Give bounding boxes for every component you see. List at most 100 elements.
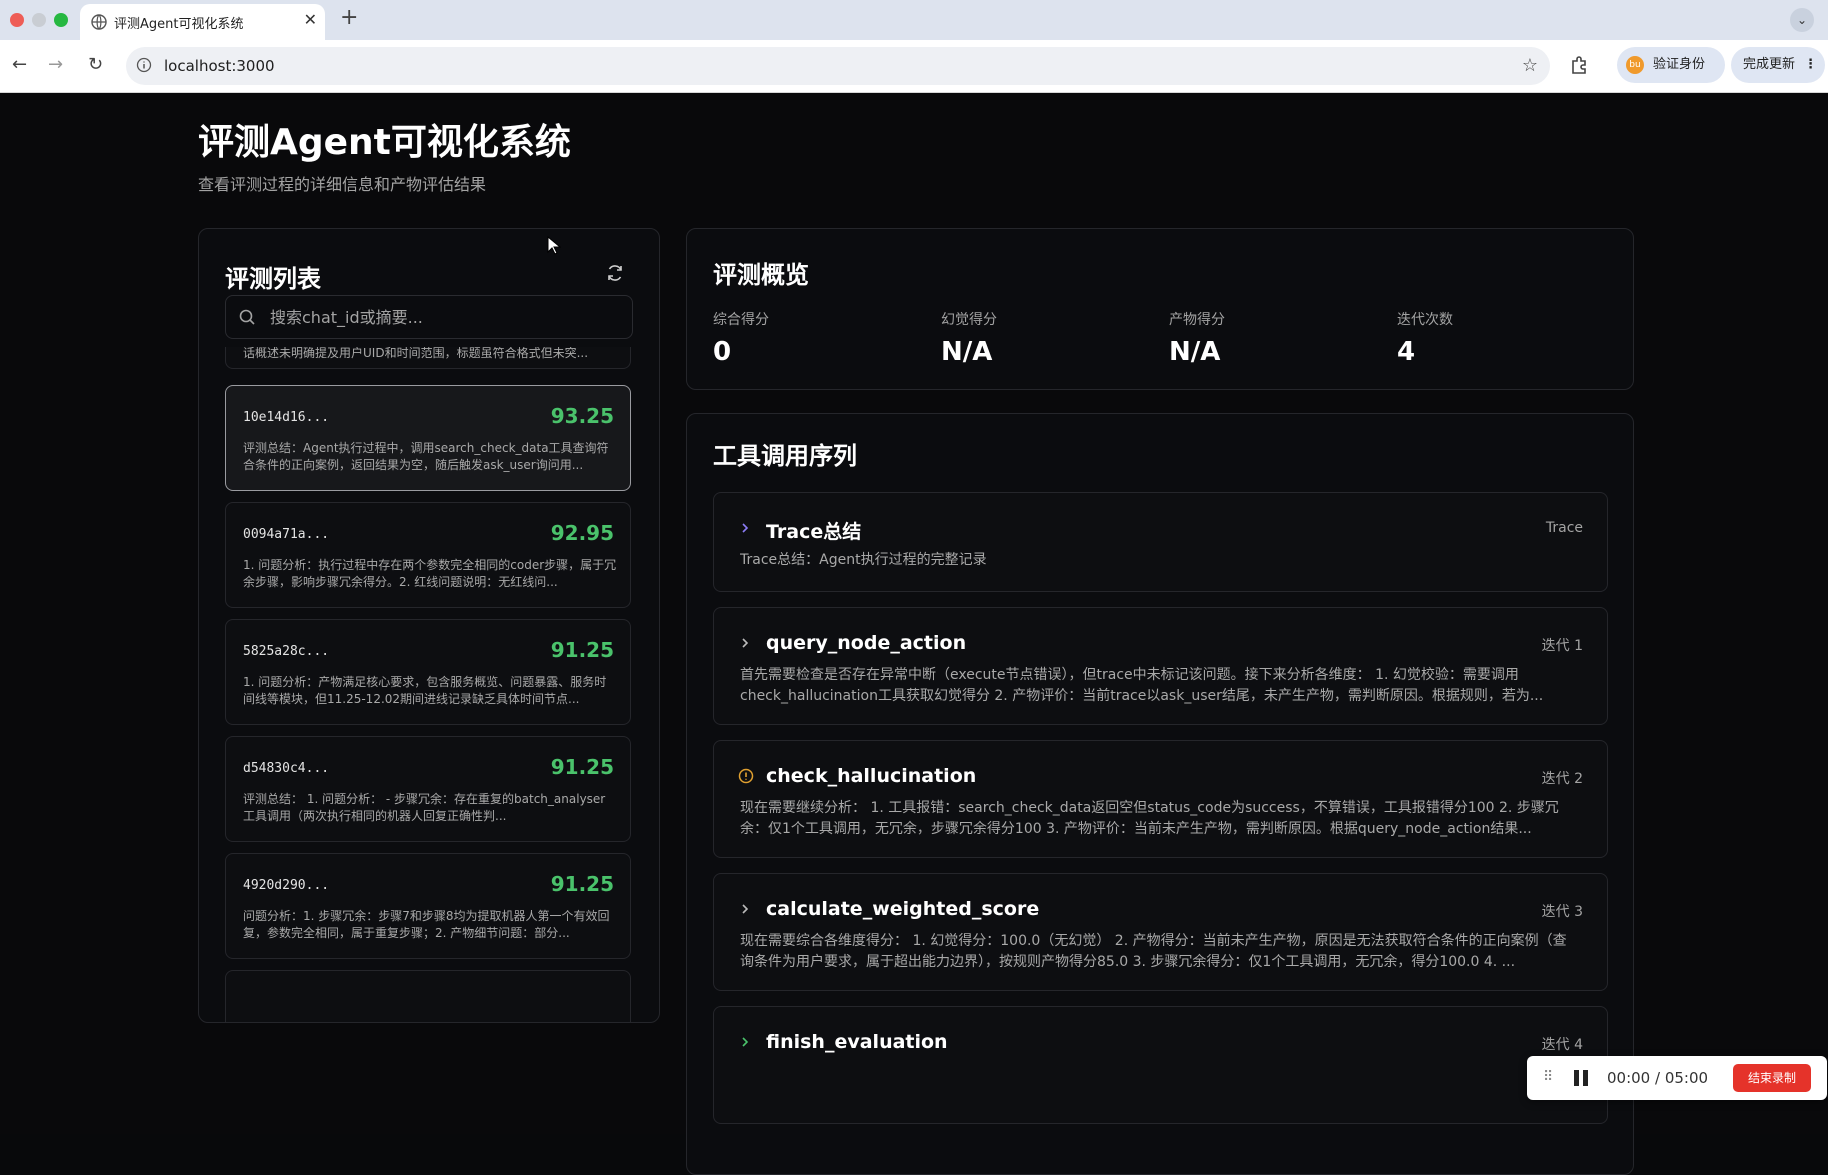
mouse-cursor-icon bbox=[547, 236, 561, 255]
tab-close-button[interactable]: ✕ bbox=[304, 10, 317, 29]
tool-description: 现在需要继续分析： 1. 工具报错：search_check_data返回空但s… bbox=[740, 800, 1559, 837]
menu-kebab-icon[interactable]: ⋮ bbox=[1804, 47, 1817, 83]
eval-score: 92.95 bbox=[550, 521, 614, 545]
list-item[interactable] bbox=[225, 970, 631, 1022]
tool-call-item[interactable]: query_node_action 迭代 1 首先需要检查是否存在异常中断（ex… bbox=[713, 607, 1608, 725]
eval-score: 91.25 bbox=[550, 755, 614, 779]
eval-list-scroll[interactable]: 话概述未明确提及用户UID和时间范围，标题虽符合格式但未突... 10e14d1… bbox=[225, 347, 633, 1022]
eval-summary: 1. 问题分析：执行过程中存在两个参数完全相同的coder步骤，属于冗余步骤，影… bbox=[243, 558, 617, 589]
globe-icon bbox=[91, 14, 107, 30]
metric-iterations: 迭代次数 4 bbox=[1397, 309, 1453, 367]
maximize-window-button[interactable] bbox=[54, 13, 68, 27]
eval-score: 93.25 bbox=[550, 404, 614, 428]
metric-label: 综合得分 bbox=[713, 312, 769, 328]
metric-value: N/A bbox=[1169, 337, 1221, 367]
chevron-right-icon[interactable] bbox=[738, 636, 752, 650]
tool-name: finish_evaluation bbox=[766, 1031, 948, 1053]
screen-recorder-widget: ⠿ 00:00 / 05:00 结束录制 bbox=[1527, 1056, 1827, 1100]
url-text[interactable]: localhost:3000 bbox=[164, 57, 275, 75]
eval-score: 91.25 bbox=[550, 872, 614, 896]
verify-label: 验证身份 bbox=[1653, 57, 1706, 72]
page-title: 评测Agent可视化系统 bbox=[198, 122, 571, 163]
tool-sequence-panel: 工具调用序列 Trace总结 Trace Trace总结：Agent执行过程的完… bbox=[686, 413, 1634, 1175]
tool-name: calculate_weighted_score bbox=[766, 898, 1040, 920]
back-arrow-icon[interactable]: ← bbox=[12, 54, 27, 75]
list-item[interactable]: 10e14d16... 93.25 评测总结：Agent执行过程中，调用sear… bbox=[225, 385, 631, 491]
eval-chat-id: d54830c4... bbox=[243, 761, 330, 776]
eval-overview-panel: 评测概览 综合得分 0 幻觉得分 N/A 产物得分 N/A 迭代次数 4 bbox=[686, 228, 1634, 390]
browser-toolbar: ← → ↻ localhost:3000 ☆ bu 验证身份 完成更新 ⋮ bbox=[0, 40, 1828, 93]
chevron-right-icon[interactable] bbox=[738, 521, 752, 535]
list-item[interactable]: 5825a28c... 91.25 1. 问题分析：产物满足核心要求，包含服务概… bbox=[225, 619, 631, 725]
extensions-puzzle-icon[interactable] bbox=[1568, 54, 1590, 76]
metric-product-score: 产物得分 N/A bbox=[1169, 309, 1225, 367]
reload-icon[interactable]: ↻ bbox=[88, 54, 103, 75]
tab-title: 评测Agent可视化系统 bbox=[114, 17, 244, 32]
warning-circle-icon[interactable] bbox=[738, 768, 754, 784]
search-box[interactable] bbox=[225, 295, 633, 339]
chevron-right-icon[interactable] bbox=[738, 902, 752, 916]
list-item[interactable]: 话概述未明确提及用户UID和时间范围，标题虽符合格式但未突... bbox=[225, 347, 631, 369]
verify-identity-button[interactable]: bu 验证身份 bbox=[1617, 47, 1725, 83]
browser-tab[interactable]: 评测Agent可视化系统 ✕ bbox=[80, 4, 325, 40]
tool-tag: 迭代 3 bbox=[1541, 904, 1583, 920]
eval-summary: 1. 问题分析：产物满足核心要求，包含服务概览、问题暴露、服务时间线等模块，但1… bbox=[243, 675, 607, 706]
eval-summary: 话概述未明确提及用户UID和时间范围，标题虽符合格式但未突... bbox=[243, 347, 589, 360]
eval-summary: 评测总结： 1. 问题分析： - 步骤冗余：存在重复的batch_analyse… bbox=[243, 792, 606, 823]
eval-list-title: 评测列表 bbox=[225, 265, 321, 293]
address-bar[interactable]: localhost:3000 ☆ bbox=[126, 47, 1550, 85]
metric-label: 幻觉得分 bbox=[941, 312, 997, 328]
metric-overall-score: 综合得分 0 bbox=[713, 309, 769, 367]
stop-recording-button[interactable]: 结束录制 bbox=[1733, 1064, 1811, 1092]
eval-list-panel: 评测列表 话概述未明确提及用户UID和时间范围，标题虽符合格式但未突... 10… bbox=[198, 228, 660, 1023]
tool-sequence-title: 工具调用序列 bbox=[713, 442, 857, 470]
update-label: 完成更新 bbox=[1743, 57, 1796, 72]
eval-summary: 评测总结：Agent执行过程中，调用search_check_data工具查询符… bbox=[243, 441, 609, 472]
pause-icon[interactable] bbox=[1571, 1068, 1591, 1088]
tool-call-item[interactable]: finish_evaluation 迭代 4 bbox=[713, 1006, 1608, 1124]
tab-search-chevron-icon[interactable]: ⌄ bbox=[1790, 8, 1814, 32]
tool-description: 现在需要综合各维度得分： 1. 幻觉得分：100.0（无幻觉） 2. 产物得分：… bbox=[740, 933, 1567, 970]
eval-chat-id: 0094a71a... bbox=[243, 527, 330, 542]
app-page: 评测Agent可视化系统 查看评测过程的详细信息和产物评估结果 评测列表 话概述… bbox=[0, 93, 1828, 1175]
refresh-icon[interactable] bbox=[605, 263, 625, 283]
tool-call-item[interactable]: Trace总结 Trace Trace总结：Agent执行过程的完整记录 bbox=[713, 492, 1608, 592]
tool-description: Trace总结：Agent执行过程的完整记录 bbox=[740, 552, 987, 568]
metric-label: 迭代次数 bbox=[1397, 312, 1453, 328]
site-info-icon[interactable] bbox=[136, 57, 152, 73]
search-icon bbox=[239, 309, 255, 325]
finish-update-button[interactable]: 完成更新 ⋮ bbox=[1731, 47, 1825, 83]
list-item[interactable]: 4920d290... 91.25 问题分析：1. 步骤冗余：步骤7和步骤8均为… bbox=[225, 853, 631, 959]
chevron-right-icon[interactable] bbox=[738, 1035, 752, 1049]
tool-call-item[interactable]: check_hallucination 迭代 2 现在需要继续分析： 1. 工具… bbox=[713, 740, 1608, 858]
metric-label: 产物得分 bbox=[1169, 312, 1225, 328]
forward-arrow-icon[interactable]: → bbox=[48, 54, 63, 75]
minimize-window-button[interactable] bbox=[32, 13, 46, 27]
metric-hallucination-score: 幻觉得分 N/A bbox=[941, 309, 997, 367]
overview-title: 评测概览 bbox=[713, 261, 809, 289]
metric-value: 4 bbox=[1397, 337, 1416, 367]
list-item[interactable]: d54830c4... 91.25 评测总结： 1. 问题分析： - 步骤冗余：… bbox=[225, 736, 631, 842]
close-window-button[interactable] bbox=[10, 13, 24, 27]
tool-tag: 迭代 1 bbox=[1541, 638, 1583, 654]
new-tab-button[interactable]: + bbox=[340, 5, 358, 30]
eval-chat-id: 10e14d16... bbox=[243, 410, 330, 425]
search-input[interactable] bbox=[268, 296, 622, 338]
tool-name: Trace总结 bbox=[766, 521, 862, 543]
browser-tab-bar: 评测Agent可视化系统 ✕ + ⌄ bbox=[0, 0, 1828, 40]
bookmark-star-icon[interactable]: ☆ bbox=[1522, 55, 1538, 76]
eval-summary: 问题分析：1. 步骤冗余：步骤7和步骤8均为提取机器人第一个有效回复，参数完全相… bbox=[243, 909, 610, 940]
tool-call-item[interactable]: calculate_weighted_score 迭代 3 现在需要综合各维度得… bbox=[713, 873, 1608, 991]
profile-avatar-icon: bu bbox=[1626, 56, 1644, 74]
metric-value: N/A bbox=[941, 337, 993, 367]
tool-tag: 迭代 2 bbox=[1541, 771, 1583, 787]
drag-handle-icon[interactable]: ⠿ bbox=[1543, 1069, 1553, 1085]
tool-tag: 迭代 4 bbox=[1541, 1037, 1583, 1053]
list-item[interactable]: 0094a71a... 92.95 1. 问题分析：执行过程中存在两个参数完全相… bbox=[225, 502, 631, 608]
eval-chat-id: 5825a28c... bbox=[243, 644, 330, 659]
metric-value: 0 bbox=[713, 337, 732, 367]
page-subtitle: 查看评测过程的详细信息和产物评估结果 bbox=[198, 175, 487, 194]
eval-chat-id: 4920d290... bbox=[243, 878, 330, 893]
tool-name: check_hallucination bbox=[766, 765, 977, 787]
eval-score: 91.25 bbox=[550, 638, 614, 662]
